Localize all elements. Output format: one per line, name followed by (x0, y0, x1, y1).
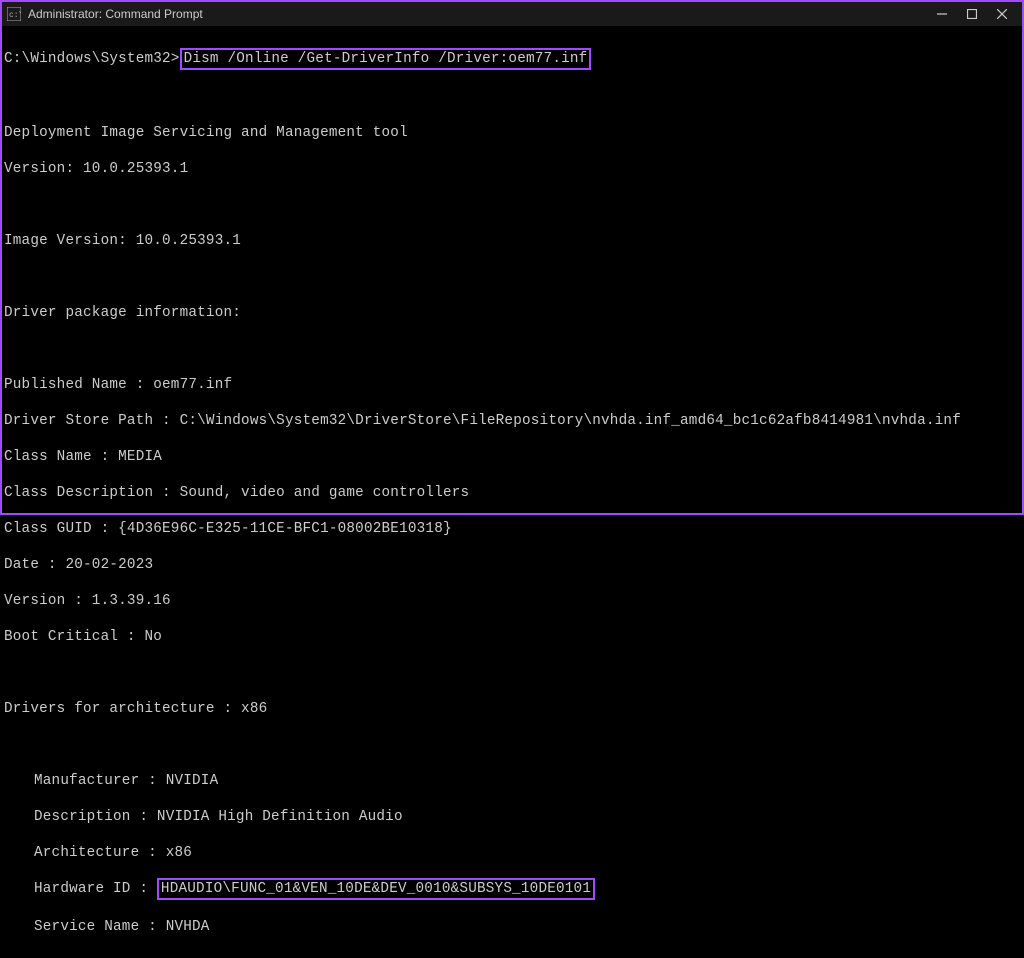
tool-header: Deployment Image Servicing and Managemen… (4, 124, 1020, 142)
window-title: Administrator: Command Prompt (28, 7, 936, 21)
close-button[interactable] (996, 8, 1008, 20)
image-version: Image Version: 10.0.25393.1 (4, 232, 1020, 250)
published-name: Published Name : oem77.inf (4, 376, 1020, 394)
highlighted-hardware-id: HDAUDIO\FUNC_01&VEN_10DE&DEV_0010&SUBSYS… (157, 878, 595, 900)
blank-line (4, 736, 1020, 754)
blank-line (4, 664, 1020, 682)
svg-text:c:\: c:\ (9, 11, 21, 20)
window-titlebar: c:\ Administrator: Command Prompt (2, 2, 1022, 26)
class-name: Class Name : MEDIA (4, 448, 1020, 466)
hardware-id-line: Hardware ID : HDAUDIO\FUNC_01&VEN_10DE&D… (4, 880, 1020, 900)
blank-line (4, 88, 1020, 106)
blank-line (4, 340, 1020, 358)
service-name: Service Name : NVHDA (4, 918, 1020, 936)
boot-critical: Boot Critical : No (4, 628, 1020, 646)
minimize-button[interactable] (936, 8, 948, 20)
cmd-icon: c:\ (6, 6, 22, 22)
description: Description : NVIDIA High Definition Aud… (4, 808, 1020, 826)
hardware-id-label: Hardware ID : (34, 881, 157, 897)
window-controls (936, 8, 1018, 20)
version: Version : 1.3.39.16 (4, 592, 1020, 610)
driver-store-path: Driver Store Path : C:\Windows\System32\… (4, 412, 1020, 430)
driver-pkg-header: Driver package information: (4, 304, 1020, 322)
maximize-button[interactable] (966, 8, 978, 20)
highlighted-command: Dism /Online /Get-DriverInfo /Driver:oem… (180, 48, 592, 70)
arch-header: Drivers for architecture : x86 (4, 700, 1020, 718)
class-description: Class Description : Sound, video and gam… (4, 484, 1020, 502)
manufacturer: Manufacturer : NVIDIA (4, 772, 1020, 790)
class-guid: Class GUID : {4D36E96C-E325-11CE-BFC1-08… (4, 520, 1020, 538)
blank-line (4, 196, 1020, 214)
blank-line (4, 268, 1020, 286)
tool-version: Version: 10.0.25393.1 (4, 160, 1020, 178)
prompt-text: C:\Windows\System32> (4, 51, 180, 67)
terminal-output[interactable]: C:\Windows\System32>Dism /Online /Get-Dr… (2, 26, 1022, 958)
architecture: Architecture : x86 (4, 844, 1020, 862)
date: Date : 20-02-2023 (4, 556, 1020, 574)
